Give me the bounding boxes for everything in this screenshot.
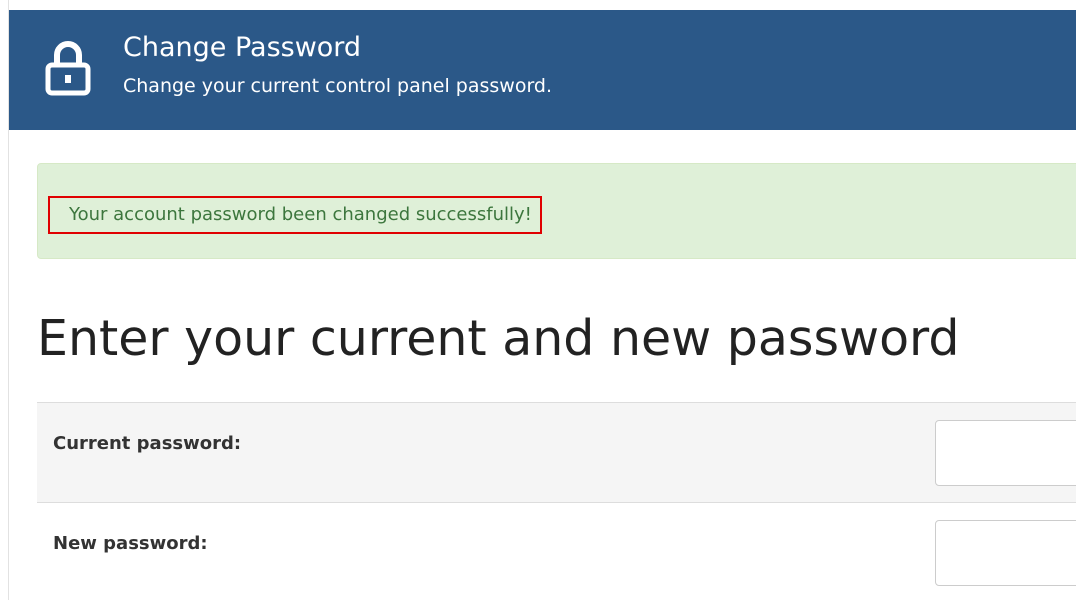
success-alert: Your account password been changed succe… bbox=[37, 163, 1076, 259]
new-password-input[interactable] bbox=[935, 520, 1076, 586]
password-form: Current password: New password: bbox=[37, 402, 1076, 600]
page: Change Password Change your current cont… bbox=[0, 0, 1076, 600]
left-edge bbox=[0, 0, 9, 600]
current-password-input[interactable] bbox=[935, 420, 1076, 486]
current-password-label: Current password: bbox=[53, 433, 242, 454]
page-header: Change Password Change your current cont… bbox=[9, 10, 1076, 130]
new-password-row: New password: bbox=[37, 502, 1076, 600]
success-message: Your account password been changed succe… bbox=[48, 196, 542, 234]
page-title: Change Password bbox=[123, 32, 362, 63]
new-password-label: New password: bbox=[53, 533, 208, 554]
page-subtitle: Change your current control panel passwo… bbox=[123, 75, 553, 97]
current-password-row: Current password: bbox=[37, 402, 1076, 502]
lock-icon bbox=[43, 37, 93, 97]
form-heading: Enter your current and new password bbox=[37, 310, 960, 367]
